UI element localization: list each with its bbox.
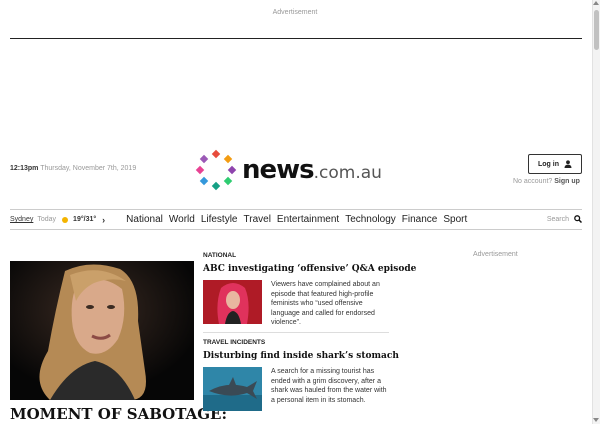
hero-image[interactable] — [10, 261, 194, 400]
nav-item-world[interactable]: World — [169, 214, 195, 225]
nav-item-lifestyle[interactable]: Lifestyle — [201, 214, 238, 225]
search-label: Search — [546, 215, 569, 223]
header-divider — [10, 38, 582, 39]
article-headline[interactable]: ABC investigating ‘offensive’ Q&A episod… — [203, 264, 416, 274]
article-card[interactable]: NATIONAL ABC investigating ‘offensive’ Q… — [203, 252, 416, 328]
weather-day: Today — [37, 216, 57, 223]
weather-temps: 19°/31° — [73, 216, 97, 223]
article-summary: A search for a missing tourist has ended… — [271, 368, 387, 404]
login-button[interactable]: Log in — [528, 154, 582, 174]
header-datetime: 12:13pm Thursday, November 7th, 2019 — [10, 165, 136, 172]
nav-item-entertainment[interactable]: Entertainment — [277, 214, 339, 225]
article-summary: Viewers have complained about an episode… — [271, 281, 380, 326]
scrollbar-thumb[interactable] — [594, 10, 599, 50]
no-account-text: No account? Sign up — [513, 178, 580, 185]
logo-wordmark: news — [242, 155, 315, 185]
top-ad-label: Advertisement — [272, 9, 318, 16]
nav-item-technology[interactable]: Technology — [345, 214, 396, 225]
nav-item-national[interactable]: National — [126, 214, 163, 225]
nav-item-sport[interactable]: Sport — [443, 214, 467, 225]
article-divider — [203, 332, 389, 333]
logo-suffix: .com.au — [313, 163, 382, 183]
article-thumbnail[interactable] — [203, 367, 262, 411]
site-logo[interactable]: news .com.au — [195, 148, 382, 192]
user-icon — [564, 160, 572, 168]
current-time: 12:13pm — [10, 165, 39, 172]
logo-dots-icon — [195, 149, 237, 191]
weather-widget[interactable]: Sydney Today 19°/31° › — [10, 215, 105, 225]
article-thumbnail[interactable] — [203, 280, 262, 324]
nav-item-finance[interactable]: Finance — [402, 214, 438, 225]
weather-city[interactable]: Sydney — [10, 216, 33, 223]
search-button[interactable]: Search — [547, 215, 582, 223]
chevron-right-icon[interactable]: › — [102, 215, 105, 225]
main-nav: Sydney Today 19°/31° › National World Li… — [10, 209, 582, 230]
article-category[interactable]: NATIONAL — [203, 252, 389, 259]
signup-link[interactable]: Sign up — [554, 178, 580, 185]
scroll-up-icon[interactable] — [593, 1, 599, 5]
hero-headline[interactable]: MOMENT OF SABOTAGE: — [10, 405, 227, 423]
article-category[interactable]: TRAVEL INCIDENTS — [203, 339, 389, 346]
article-headline[interactable]: Disturbing find inside shark’s stomach — [203, 351, 399, 361]
side-ad-label: Advertisement — [473, 251, 518, 258]
scroll-down-icon[interactable] — [593, 418, 599, 422]
login-label: Log in — [538, 160, 559, 168]
page-scrollbar[interactable] — [592, 0, 600, 424]
search-icon — [574, 215, 582, 223]
current-date: Thursday, November 7th, 2019 — [40, 165, 137, 172]
nav-item-travel[interactable]: Travel — [244, 214, 271, 225]
article-card[interactable]: TRAVEL INCIDENTS Disturbing find inside … — [203, 339, 399, 411]
sun-icon — [62, 216, 69, 223]
